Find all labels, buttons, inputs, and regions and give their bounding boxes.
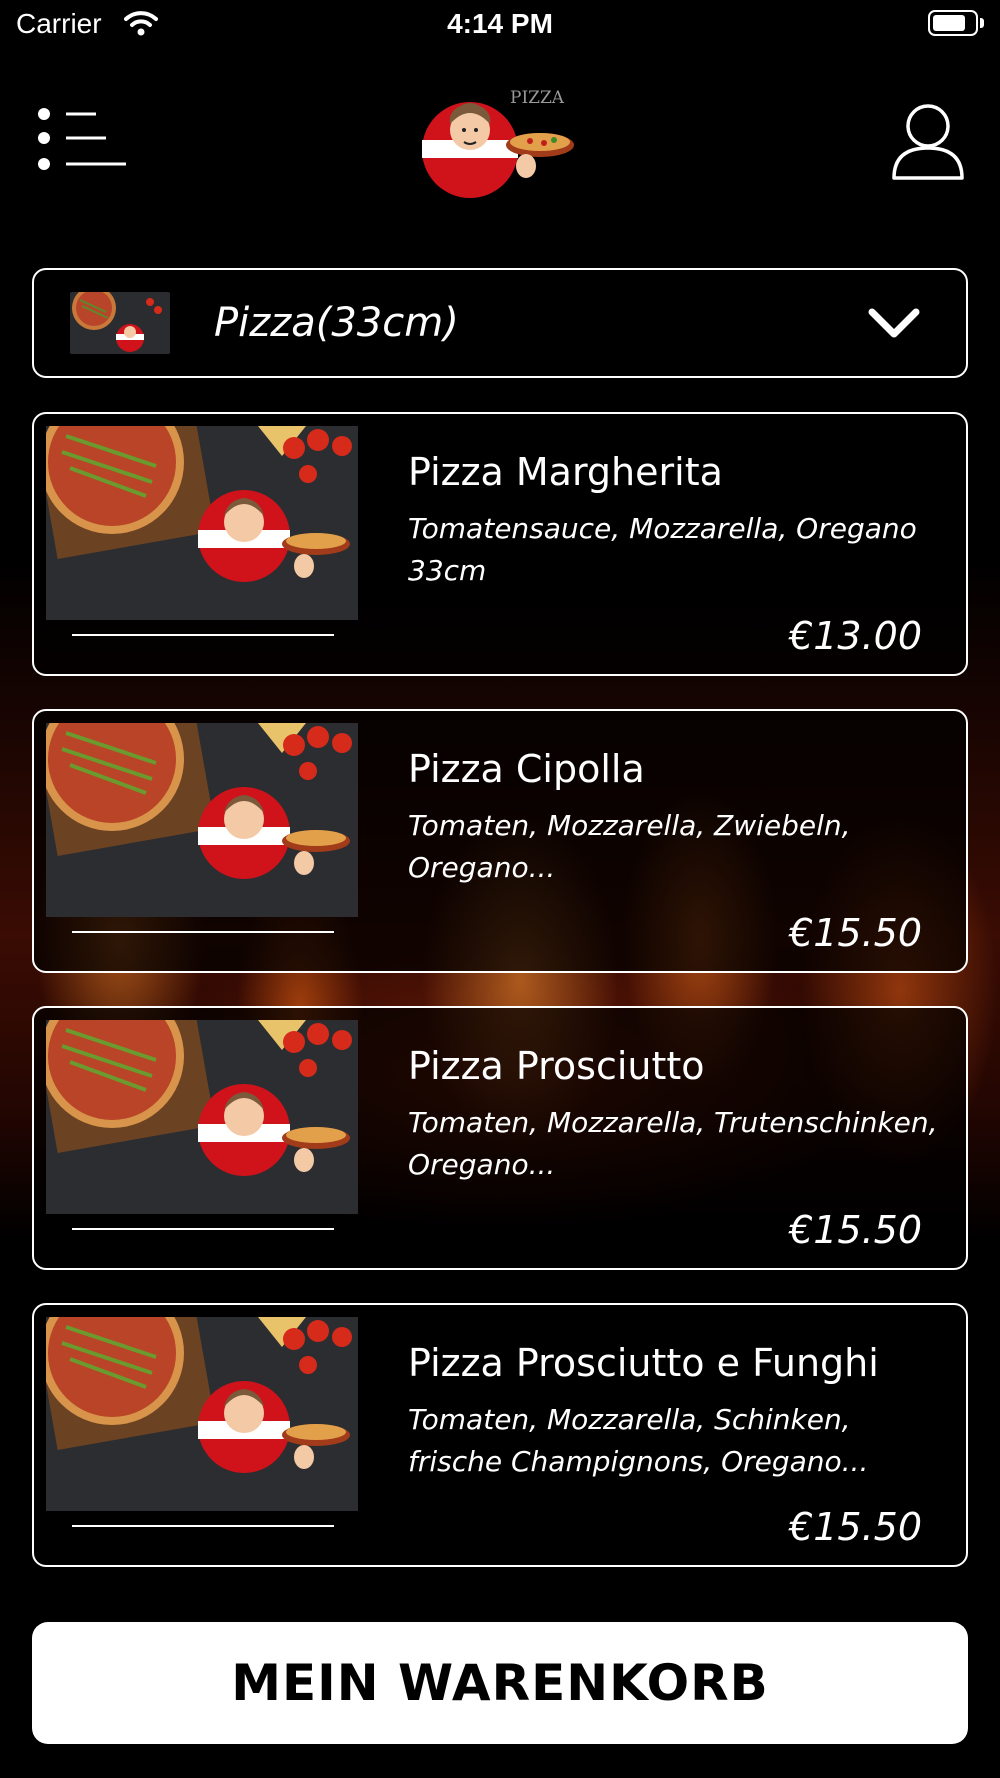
product-list: Pizza Margherita Tomatensauce, Mozzarell…	[32, 412, 968, 1600]
battery-nub	[980, 18, 984, 28]
product-price: €15.50	[789, 1505, 922, 1549]
category-thumbnail	[70, 292, 170, 354]
product-card[interactable]: Pizza Prosciutto Tomaten, Mozzarella, Tr…	[32, 1006, 968, 1270]
product-image	[46, 1020, 358, 1214]
product-description: Tomaten, Mozzarella, Schinken, frische C…	[408, 1403, 869, 1478]
app-header: PIZZA	[0, 80, 1000, 210]
product-card[interactable]: Pizza Cipolla Tomaten, Mozzarella, Zwieb…	[32, 709, 968, 973]
product-name: Pizza Margherita	[408, 450, 723, 494]
image-divider	[72, 634, 334, 636]
product-name: Pizza Prosciutto	[408, 1044, 705, 1088]
product-card[interactable]: Pizza Prosciutto e Funghi Tomaten, Mozza…	[32, 1303, 968, 1567]
product-image	[46, 1317, 358, 1511]
product-description: Tomaten, Mozzarella, Trutenschinken, Ore…	[408, 1106, 938, 1181]
chevron-down-icon[interactable]	[864, 302, 924, 346]
category-dropdown[interactable]: Pizza(33cm)	[32, 268, 968, 378]
cart-button-label: MEIN WARENKORB	[231, 1654, 769, 1712]
battery-icon	[928, 10, 978, 36]
image-divider	[72, 1525, 334, 1527]
status-bar: Carrier 4:14 PM	[0, 0, 1000, 50]
product-image	[46, 723, 358, 917]
cart-button[interactable]: MEIN WARENKORB	[32, 1622, 968, 1744]
product-price: €13.00	[789, 614, 922, 658]
product-name: Pizza Cipolla	[408, 747, 645, 791]
product-description: Tomatensauce, Mozzarella, Oregano 33cm	[408, 512, 917, 587]
logo-text: PIZZA	[510, 88, 565, 108]
image-divider	[72, 1228, 334, 1230]
clock: 4:14 PM	[447, 8, 553, 39]
product-name: Pizza Prosciutto e Funghi	[408, 1341, 879, 1385]
product-description: Tomaten, Mozzarella, Zwiebeln, Oregano..…	[408, 809, 851, 884]
product-price: €15.50	[789, 1208, 922, 1252]
image-divider	[72, 931, 334, 933]
category-label: Pizza(33cm)	[214, 300, 459, 346]
product-price: €15.50	[789, 911, 922, 955]
product-card[interactable]: Pizza Margherita Tomatensauce, Mozzarell…	[32, 412, 968, 676]
product-image	[46, 426, 358, 620]
menu-icon[interactable]	[36, 106, 126, 172]
user-icon[interactable]	[890, 102, 966, 182]
